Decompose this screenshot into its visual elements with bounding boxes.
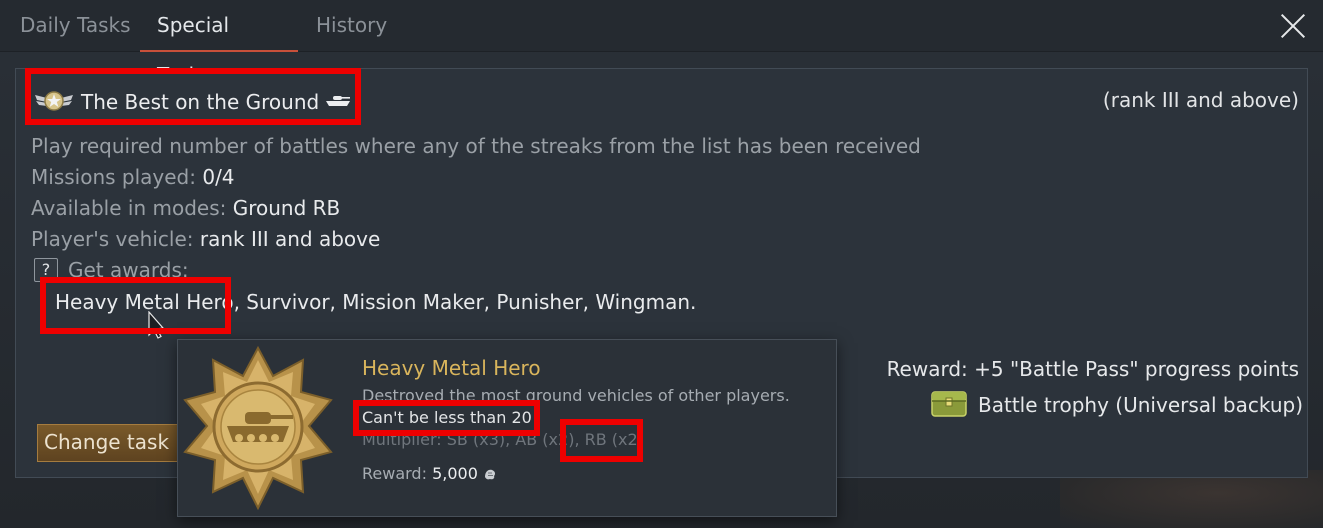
reward-text: Reward: +5 "Battle Pass" progress points — [886, 357, 1299, 381]
trophy-label: Battle trophy (Universal backup) — [978, 393, 1304, 417]
tab-bar: Daily Tasks Special Tasks History — [0, 0, 1323, 87]
tab-daily-tasks[interactable]: Daily Tasks — [3, 0, 148, 52]
modes-value: Ground RB — [232, 196, 341, 220]
trophy-chest-icon[interactable] — [930, 388, 968, 422]
missions-value: 0/4 — [202, 165, 235, 189]
close-icon[interactable] — [1275, 8, 1311, 44]
get-awards-label: Get awards: — [68, 258, 189, 282]
vehicle-value: rank III and above — [199, 227, 381, 251]
rank-requirement: (rank III and above) — [1102, 88, 1299, 112]
heavy-metal-hero-medal-icon — [183, 345, 333, 514]
tooltip-reward-label: Reward: — [362, 464, 427, 483]
tooltip-description: Destroyed the most ground vehicles of ot… — [362, 386, 790, 405]
tab-special-tasks[interactable]: Special Tasks — [140, 0, 298, 87]
silver-lions-currency-icon — [483, 464, 497, 483]
tooltip-reward: Reward: 5,000 — [362, 464, 497, 483]
task-title: The Best on the Ground — [81, 90, 320, 114]
vehicle-label: Player's vehicle: — [31, 227, 194, 251]
tooltip-reward-value: 5,000 — [432, 464, 478, 483]
missions-label: Missions played: — [31, 165, 196, 189]
missions-played: Missions played: 0/4 — [31, 165, 235, 189]
available-modes: Available in modes: Ground RB — [31, 196, 340, 220]
task-description: Play required number of battles where an… — [31, 134, 921, 158]
modes-label: Available in modes: — [31, 196, 227, 220]
tooltip-limit: Can't be less than 20 — [362, 408, 532, 427]
tooltip-multiplier: Multiplier: SB (x3), AB (x2), RB (x2) — [362, 430, 644, 449]
players-vehicle: Player's vehicle: rank III and above — [31, 227, 380, 251]
change-task-button[interactable]: Change task (5 — [37, 424, 187, 462]
question-mark-icon[interactable]: ? — [34, 258, 58, 282]
winged-star-badge-icon — [33, 87, 75, 117]
mouse-pointer-icon — [148, 310, 165, 343]
task-title-row: The Best on the Ground — [33, 86, 351, 118]
tank-icon — [325, 93, 351, 112]
tooltip-title: Heavy Metal Hero — [362, 356, 541, 380]
get-awards-row: ? Get awards: — [34, 258, 189, 282]
tab-history[interactable]: History — [299, 0, 404, 52]
trophy-row: Battle trophy (Universal backup) — [930, 388, 1303, 422]
